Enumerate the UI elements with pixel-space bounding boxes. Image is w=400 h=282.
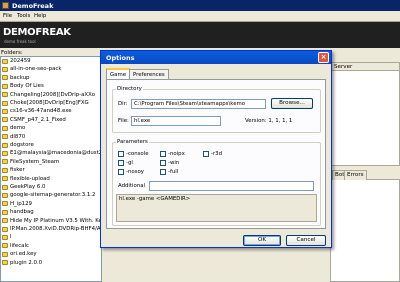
folder-item[interactable]: fisker (1, 166, 101, 174)
additional-field[interactable] (149, 181, 314, 191)
app-logo: DEMOFREAK (3, 27, 71, 38)
folder-item[interactable]: lifecalc (1, 242, 101, 250)
game-tab-panel: Directory Dir: C:\Program Files\Steam\st… (106, 79, 326, 229)
folder-item[interactable]: dl870 (1, 133, 101, 141)
folder-item[interactable]: Body Of Lies (1, 82, 101, 90)
folder-icon (2, 167, 8, 173)
menu-file[interactable]: File (3, 13, 12, 19)
folder-icon (2, 125, 8, 131)
dir-field[interactable]: C:\Program Files\Steam\steamapps\kemo (131, 99, 266, 109)
log-panel (330, 180, 400, 282)
folder-icon (2, 192, 8, 198)
file-label: File: (118, 118, 129, 124)
folder-icon (2, 66, 8, 72)
folder-item[interactable]: l (1, 233, 101, 241)
folder-icon (2, 58, 8, 64)
dir-label: Dir: (118, 101, 128, 107)
folder-icon (2, 117, 8, 123)
folder-icon (2, 83, 8, 89)
parameters-group: Parameters -console -noipx -r3d -gl -win… (112, 139, 321, 226)
folder-item[interactable]: plugin 2.0.0 (1, 259, 101, 267)
console-checkbox[interactable]: -console (118, 151, 158, 158)
cancel-button[interactable]: Cancel (286, 235, 326, 246)
folder-icon (2, 75, 8, 81)
folder-item[interactable]: CSMF_p47_2.1_Fixed (1, 116, 101, 124)
dialog-title-bar: Options × (101, 51, 331, 64)
nosoy-checkbox[interactable]: -nosoy (118, 169, 158, 176)
folder-icon (2, 92, 8, 98)
folder-item[interactable]: all-in-one-seo-pack (1, 65, 101, 73)
folder-icon (2, 226, 8, 232)
folder-icon (2, 234, 8, 240)
tab-errors[interactable]: Errors (344, 170, 367, 180)
menu-tools[interactable]: Tools (17, 13, 30, 19)
folder-icon (2, 108, 8, 114)
full-checkbox[interactable]: -full (160, 169, 200, 176)
main-title-bar: DemoFreak (0, 0, 400, 11)
folder-icon (2, 184, 8, 190)
folder-item[interactable]: handbag (1, 208, 101, 216)
command-preview: hl.exe -game <GAMEDIR> (116, 194, 317, 222)
dialog-title: Options (106, 54, 135, 62)
folder-item[interactable]: cs16-v36-47and48.exe (1, 107, 101, 115)
menu-help[interactable]: Help (34, 13, 46, 19)
folder-item[interactable]: google-sitemap-generator.3.1.2 (1, 191, 101, 199)
folder-item[interactable]: backup (1, 74, 101, 82)
folder-item[interactable]: Hide My IP Platinum V3.5 With. Ke (1, 217, 101, 225)
folder-icon (2, 209, 8, 215)
options-dialog: Options × Game Preferences Directory Dir… (100, 50, 332, 248)
folder-icon (2, 142, 8, 148)
log-tabs: Bot Errors (330, 170, 400, 180)
folder-item[interactable]: IP.Man.2008.XviD.DVDRip-BHF4/A (1, 225, 101, 233)
folder-item[interactable]: E1@malaysia@macedonia@dust2 (1, 149, 101, 157)
noipx-checkbox[interactable]: -noipx (160, 151, 200, 158)
folder-item[interactable]: Changeling[2008][DvDrip-aXXo (1, 91, 101, 99)
folder-icon (2, 159, 8, 165)
folder-item[interactable]: 202459 (1, 57, 101, 65)
gl-checkbox[interactable]: -gl (118, 160, 158, 167)
folder-icon (2, 176, 8, 182)
folder-item[interactable]: Choke[2008]DvDrip[Eng]FXG (1, 99, 101, 107)
parameters-group-label: Parameters (116, 139, 149, 145)
browse-button[interactable]: Browse... (271, 98, 313, 109)
folder-item[interactable]: demo (1, 124, 101, 132)
logo-tagline: demo freak tool (4, 39, 36, 44)
folder-icon (2, 201, 8, 207)
server-column-header[interactable]: Server (330, 62, 400, 71)
r3d-checkbox[interactable]: -r3d (203, 151, 243, 158)
menu-bar: File Tools Help (0, 11, 400, 22)
additional-label: Additional (118, 183, 146, 189)
folder-item[interactable]: GeekPlay 6.0 (1, 183, 101, 191)
window-title: DemoFreak (12, 2, 54, 10)
file-field[interactable]: hl.exe (131, 116, 221, 126)
folder-icon (2, 243, 8, 249)
folder-icon (2, 100, 8, 106)
folder-item[interactable]: FileSystem_Steam (1, 158, 101, 166)
app-icon (2, 2, 9, 9)
directory-group-label: Directory (116, 86, 143, 92)
folder-item[interactable]: H_ip129 (1, 200, 101, 208)
folder-item[interactable]: flexible-upload (1, 175, 101, 183)
folder-icon (2, 218, 8, 224)
logo-banner: DEMOFREAK demo freak tool (0, 22, 400, 48)
version-text: Version: 1, 1, 1, 1 (245, 118, 293, 124)
folder-icon (2, 134, 8, 140)
folder-icon (2, 150, 8, 156)
folder-item[interactable]: dogstore (1, 141, 101, 149)
server-list[interactable] (330, 71, 400, 166)
ok-button[interactable]: OK (243, 235, 281, 246)
win-checkbox[interactable]: -win (160, 160, 200, 167)
close-button[interactable]: × (318, 52, 329, 63)
folder-item[interactable]: ori.ed.key (1, 250, 101, 258)
folder-icon (2, 260, 8, 266)
folder-icon (2, 251, 8, 257)
directory-group: Directory Dir: C:\Program Files\Steam\st… (112, 86, 321, 133)
tab-preferences[interactable]: Preferences (129, 69, 169, 79)
server-header-label: Server (334, 64, 353, 70)
folder-list[interactable]: 202459 all-in-one-seo-pack backup Body O… (0, 56, 102, 282)
